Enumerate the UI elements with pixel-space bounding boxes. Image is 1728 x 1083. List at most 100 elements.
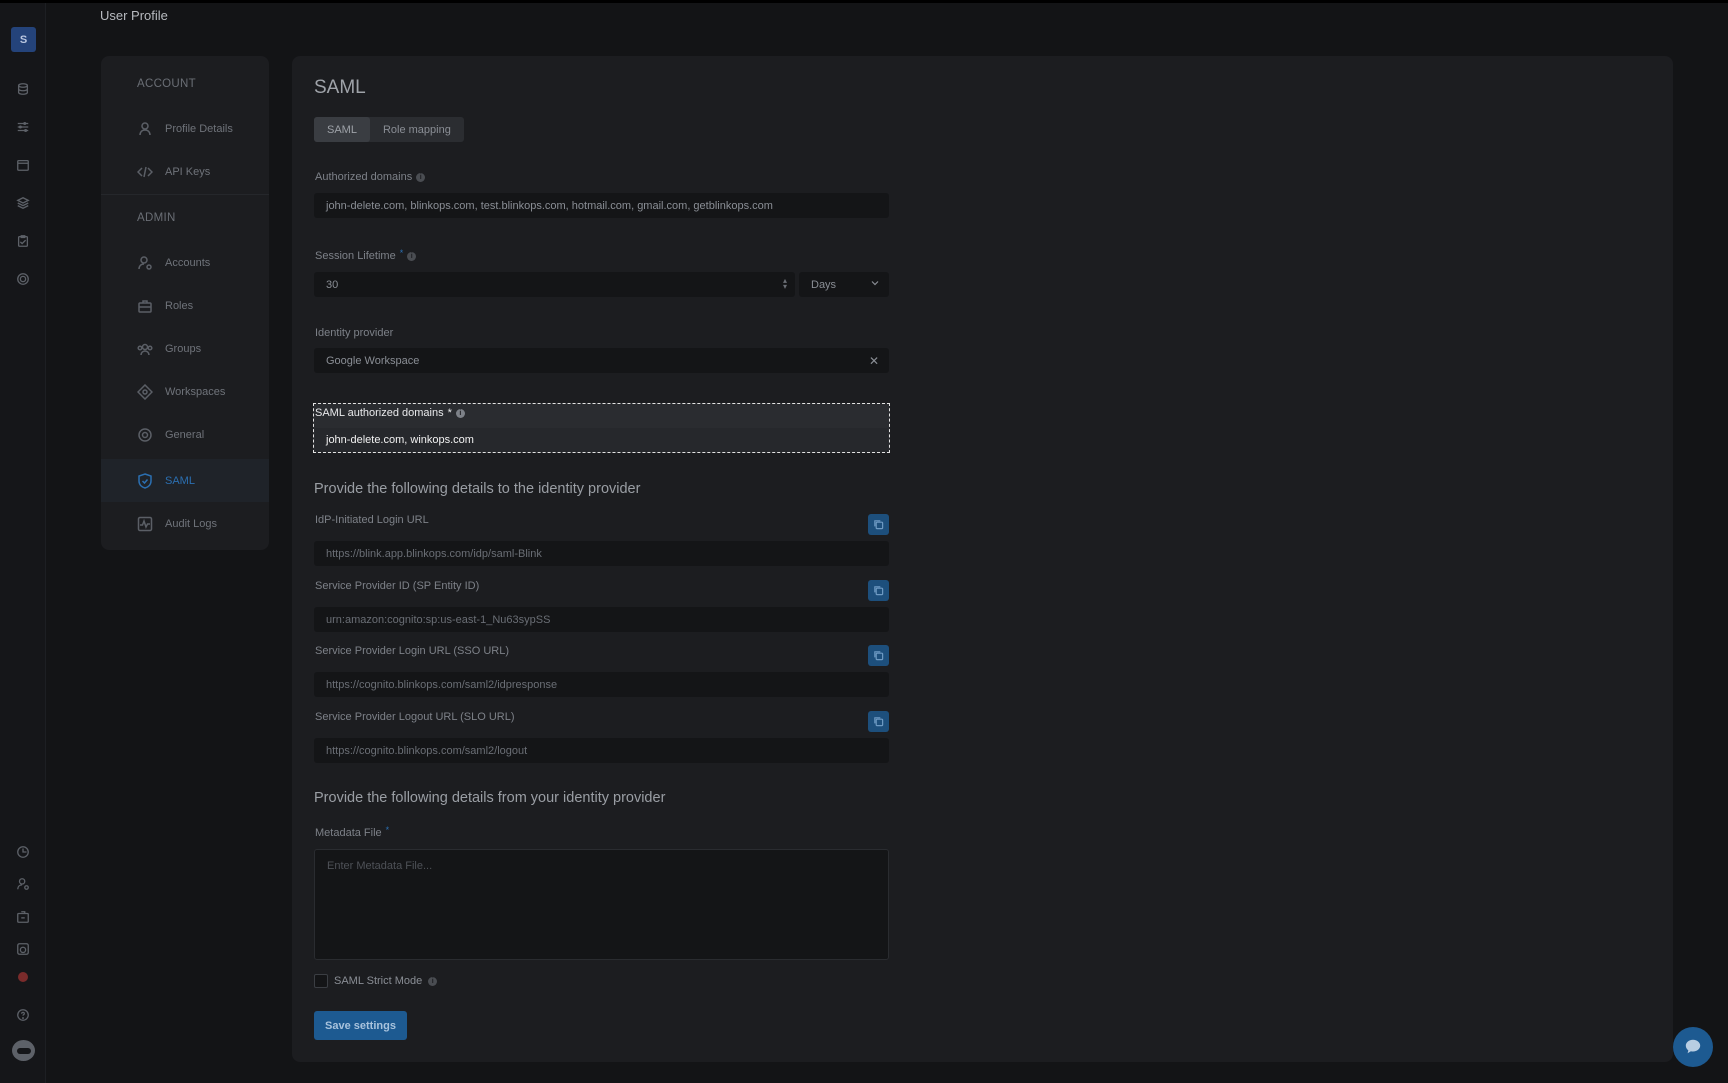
- code-icon: [137, 166, 153, 178]
- label-text: SAML authorized domains: [315, 407, 444, 419]
- slo-url-label: Service Provider Logout URL (SLO URL): [315, 711, 515, 723]
- required-marker: *: [399, 248, 404, 258]
- saml-authorized-domains-input[interactable]: john-delete.com, winkops.com: [315, 428, 888, 452]
- required-marker: *: [385, 825, 390, 835]
- sliders-icon[interactable]: [14, 118, 32, 136]
- nav-item-audit-logs[interactable]: Audit Logs: [101, 504, 269, 544]
- nav-item-workspaces[interactable]: Workspaces: [101, 372, 269, 412]
- close-icon[interactable]: ✕: [869, 354, 879, 368]
- copy-icon[interactable]: [868, 580, 889, 601]
- admin-heading: ADMIN: [137, 212, 176, 224]
- sso-url-label: Service Provider Login URL (SSO URL): [315, 645, 509, 657]
- nav-item-label: SAML: [165, 474, 195, 487]
- nav-item-groups[interactable]: Groups: [101, 329, 269, 369]
- saml-authorized-domains-label: SAML authorized domains * i: [315, 407, 465, 419]
- label-text: Metadata File: [315, 827, 382, 839]
- calendar-icon[interactable]: [14, 156, 32, 174]
- users-icon: [138, 256, 152, 270]
- info-icon[interactable]: i: [407, 251, 417, 261]
- chat-icon: [1685, 1039, 1701, 1054]
- session-unit-select[interactable]: Days: [799, 272, 889, 297]
- chat-button[interactable]: [1673, 1027, 1713, 1067]
- nav-item-label: Profile Details: [165, 123, 233, 135]
- clock-icon[interactable]: [14, 843, 32, 861]
- nav-item-label: Roles: [165, 300, 194, 312]
- saml-authorized-domains-group: SAML authorized domains * i john-delete.…: [313, 403, 890, 453]
- settings-nav: ACCOUNT Profile Details API Keys ADMIN A…: [101, 56, 269, 550]
- nav-item-label: Audit Logs: [165, 518, 217, 530]
- session-lifetime-label: Session Lifetime * i: [315, 248, 417, 262]
- nav-item-label: Groups: [165, 343, 202, 355]
- checkbox-label: SAML Strict Mode: [334, 975, 423, 987]
- authorized-domains-label: Authorized domains i: [315, 171, 426, 183]
- saml-panel: SAML SAML Role mapping Authorized domain…: [292, 56, 1673, 1062]
- info-icon[interactable]: i: [416, 172, 426, 182]
- layers-icon[interactable]: [14, 194, 32, 212]
- clipboard-icon[interactable]: [14, 232, 32, 250]
- checkbox[interactable]: [314, 974, 328, 988]
- tab-role-mapping[interactable]: Role mapping: [370, 117, 464, 142]
- target-icon[interactable]: [14, 270, 32, 288]
- stepper-icon[interactable]: ▴ ▾: [783, 277, 787, 291]
- identity-provider-value: Google Workspace: [326, 354, 420, 367]
- copy-icon[interactable]: [868, 711, 889, 732]
- provide-from-heading: Provide the following details from your …: [314, 790, 666, 806]
- assistant-icon[interactable]: [12, 1040, 35, 1061]
- workspace-icon: [137, 384, 153, 400]
- chevron-down-icon: [871, 281, 879, 286]
- nav-item-label: Workspaces: [165, 386, 226, 398]
- label-text: Authorized domains: [315, 171, 413, 183]
- nav-item-accounts[interactable]: Accounts: [101, 243, 269, 283]
- user-settings-icon[interactable]: [14, 875, 32, 893]
- nav-item-general[interactable]: General: [101, 415, 269, 455]
- authorized-domains-input[interactable]: john-delete.com, blinkops.com, test.blin…: [314, 193, 889, 218]
- notification-dot[interactable]: [18, 972, 28, 982]
- provide-to-heading: Provide the following details to the ide…: [314, 481, 641, 497]
- idp-login-url-field[interactable]: https://blink.app.blinkops.com/idp/saml-…: [314, 541, 889, 566]
- help-icon[interactable]: [14, 1006, 32, 1024]
- workspace-logo[interactable]: S: [11, 27, 36, 52]
- saml-strict-mode-checkbox[interactable]: SAML Strict Mode i: [314, 974, 438, 988]
- identity-provider-select[interactable]: Google Workspace ✕: [314, 348, 889, 373]
- nav-item-label: General: [165, 429, 205, 441]
- session-lifetime-input[interactable]: 30 ▴ ▾: [314, 272, 795, 297]
- account-heading: ACCOUNT: [137, 78, 196, 90]
- metadata-file-textarea[interactable]: Enter Metadata File...: [314, 849, 889, 960]
- nav-item-label: API Keys: [165, 166, 211, 178]
- briefcase-icon: [138, 300, 152, 313]
- sp-entity-id-field[interactable]: urn:amazon:cognito:sp:us-east-1_Nu63sypS…: [314, 607, 889, 632]
- gear-icon: [138, 428, 152, 442]
- session-unit-value: Days: [811, 278, 837, 291]
- save-settings-button[interactable]: Save settings: [314, 1011, 407, 1040]
- activity-icon: [137, 516, 153, 532]
- idp-login-url-label: IdP-Initiated Login URL: [315, 514, 429, 526]
- info-icon[interactable]: i: [455, 408, 465, 418]
- nav-divider: [101, 194, 269, 195]
- nav-item-profile-details[interactable]: Profile Details: [101, 109, 269, 149]
- page-title: User Profile: [100, 8, 168, 23]
- copy-icon[interactable]: [868, 645, 889, 666]
- inbox-icon[interactable]: [14, 908, 32, 926]
- user-icon: [139, 122, 151, 136]
- group-icon: [137, 343, 153, 356]
- session-lifetime-value: 30: [326, 278, 339, 291]
- shield-icon: [138, 472, 152, 489]
- label-text: Session Lifetime: [315, 250, 396, 262]
- nav-item-saml[interactable]: SAML: [101, 459, 269, 502]
- sso-url-field[interactable]: https://cognito.blinkops.com/saml2/idpre…: [314, 672, 889, 697]
- sp-entity-id-label: Service Provider ID (SP Entity ID): [315, 580, 480, 592]
- tab-saml[interactable]: SAML: [314, 117, 370, 142]
- identity-provider-label: Identity provider: [315, 327, 394, 339]
- metadata-file-label: Metadata File *: [315, 825, 390, 839]
- top-border: [0, 0, 1728, 3]
- nav-item-roles[interactable]: Roles: [101, 286, 269, 326]
- database-icon[interactable]: [14, 80, 32, 98]
- info-icon[interactable]: i: [428, 976, 438, 986]
- tab-bar: SAML Role mapping: [314, 117, 464, 142]
- slo-url-field[interactable]: https://cognito.blinkops.com/saml2/logou…: [314, 738, 889, 763]
- media-icon[interactable]: [14, 940, 32, 958]
- copy-icon[interactable]: [868, 514, 889, 535]
- app-rail: S: [0, 3, 46, 1083]
- nav-item-label: Accounts: [165, 257, 211, 269]
- nav-item-api-keys[interactable]: API Keys: [101, 152, 269, 192]
